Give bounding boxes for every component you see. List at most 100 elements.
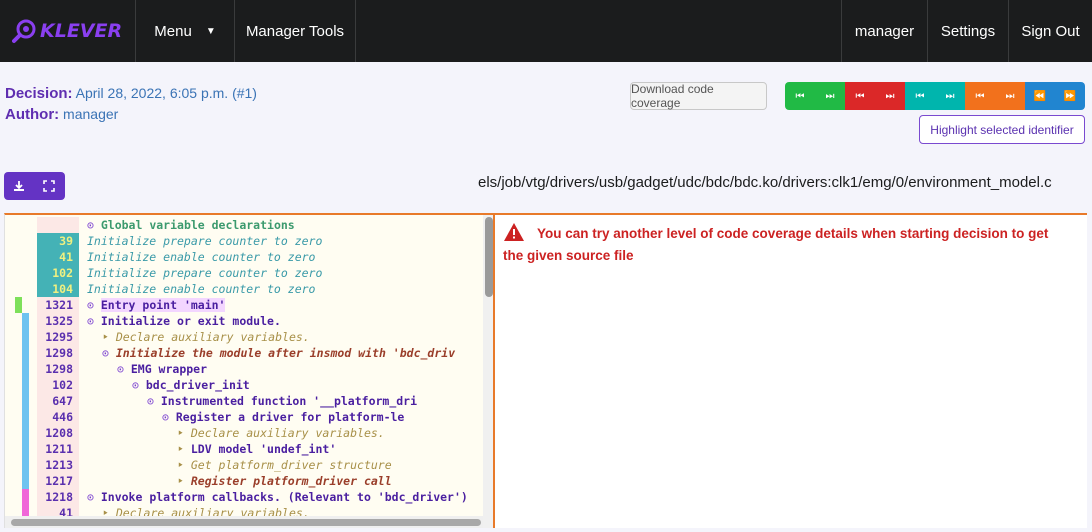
download-coverage-button[interactable]: Download code coverage	[630, 82, 767, 110]
line-number[interactable]: 102	[37, 265, 79, 281]
code-label: EMG wrapper	[130, 362, 208, 376]
code-line[interactable]: 1295 ‣ Declare auxiliary variables.	[5, 329, 485, 345]
code-label: Initialize prepare counter to zero	[87, 266, 323, 280]
skip-forward-icon[interactable]: ⏭	[935, 82, 965, 110]
code-line[interactable]: ⊙ Global variable declarations	[5, 217, 485, 233]
code-line[interactable]: 102 Initialize prepare counter to zero	[5, 265, 485, 281]
line-number[interactable]: 39	[37, 233, 79, 249]
line-number[interactable]: 1325	[37, 313, 79, 329]
triangle-right-icon[interactable]: ‣	[102, 330, 116, 344]
code-panel[interactable]: ⊙ Global variable declarations 39 Initiali…	[4, 213, 493, 528]
code-label: Invoke platform callbacks. (Relevant to …	[100, 490, 468, 504]
eye-icon[interactable]: ⊙	[87, 314, 101, 328]
highlight-identifier-button[interactable]: Highlight selected identifier	[919, 115, 1085, 144]
code-line[interactable]: 1298 ⊙ Initialize the module after insmod…	[5, 345, 485, 361]
eye-icon[interactable]: ⊙	[117, 362, 131, 376]
code-text[interactable]: ‣ Register platform_driver call	[177, 473, 392, 489]
code-line[interactable]: 1325 ⊙ Initialize or exit module.	[5, 313, 485, 329]
code-line[interactable]: 39 Initialize prepare counter to zero	[5, 233, 485, 249]
line-number[interactable]: 1211	[37, 441, 79, 457]
code-text[interactable]: ⊙ Entry point 'main'	[87, 297, 226, 313]
code-text[interactable]: ⊙ Initialize or exit module.	[87, 313, 281, 329]
code-line[interactable]: 41 Initialize enable counter to zero	[5, 249, 485, 265]
code-line[interactable]: 1321 ⊙ Entry point 'main'	[5, 297, 485, 313]
code-label: Declare auxiliary variables.	[190, 426, 385, 440]
code-text[interactable]: ‣ Declare auxiliary variables.	[102, 329, 310, 345]
coverage-bar	[22, 441, 29, 457]
code-text[interactable]: ‣ Get platform_driver structure	[177, 457, 392, 473]
code-line[interactable]: 1211 ‣ LDV model 'undef_int'	[5, 441, 485, 457]
line-number[interactable]	[37, 217, 79, 233]
code-text[interactable]: Initialize prepare counter to zero	[87, 265, 322, 281]
code-text[interactable]: Initialize enable counter to zero	[87, 281, 315, 297]
code-text[interactable]: ‣ LDV model 'undef_int'	[177, 441, 336, 457]
manager-tools-link[interactable]: Manager Tools	[234, 0, 356, 62]
code-text[interactable]: ‣ Declare auxiliary variables.	[177, 425, 385, 441]
code-line[interactable]: 1217 ‣ Register platform_driver call	[5, 473, 485, 489]
line-number[interactable]: 1213	[37, 457, 79, 473]
skip-back-icon[interactable]: ⏮	[845, 82, 875, 110]
skip-back-icon[interactable]: ⏮	[785, 82, 815, 110]
line-number[interactable]: 1295	[37, 329, 79, 345]
line-number[interactable]: 1298	[37, 361, 79, 377]
line-number[interactable]: 647	[37, 393, 79, 409]
code-line[interactable]: 1208 ‣ Declare auxiliary variables.	[5, 425, 485, 441]
line-number[interactable]: 1298	[37, 345, 79, 361]
line-number[interactable]: 1217	[37, 473, 79, 489]
fast-forward-icon[interactable]: ⏩	[1055, 82, 1085, 110]
klever-logo[interactable]: KLEVER	[12, 14, 122, 48]
eye-icon[interactable]: ⊙	[162, 410, 176, 424]
line-number[interactable]: 1208	[37, 425, 79, 441]
eye-icon[interactable]: ⊙	[102, 346, 116, 360]
triangle-right-icon[interactable]: ‣	[177, 474, 191, 488]
author-value[interactable]: manager	[63, 106, 118, 122]
skip-forward-icon[interactable]: ⏭	[815, 82, 845, 110]
sign-out-link[interactable]: Sign Out	[1008, 0, 1092, 62]
decision-info: Decision: April 28, 2022, 6:05 p.m. (#1)	[5, 85, 257, 102]
rewind-icon[interactable]: ⏪	[1025, 82, 1055, 110]
expand-icon[interactable]	[34, 172, 64, 200]
line-number[interactable]: 1321	[37, 297, 79, 313]
line-number[interactable]: 102	[37, 377, 79, 393]
code-line[interactable]: 647 ⊙ Instrumented function '__platform_d…	[5, 393, 485, 409]
skip-back-icon[interactable]: ⏮	[965, 82, 995, 110]
line-number[interactable]: 446	[37, 409, 79, 425]
vertical-scrollbar[interactable]	[485, 217, 493, 297]
download-icon[interactable]	[4, 172, 34, 200]
code-text[interactable]: ⊙ EMG wrapper	[117, 361, 207, 377]
code-text[interactable]: ⊙ Initialize the module after insmod wit…	[102, 345, 455, 361]
code-text[interactable]: ⊙ bdc_driver_init	[132, 377, 250, 393]
user-link[interactable]: manager	[841, 0, 927, 62]
code-line[interactable]: 1298 ⊙ EMG wrapper	[5, 361, 485, 377]
code-text[interactable]: Initialize prepare counter to zero	[87, 233, 322, 249]
horizontal-scrollbar[interactable]	[11, 519, 481, 526]
menu-dropdown[interactable]: Menu ▼	[135, 0, 234, 62]
eye-icon[interactable]: ⊙	[87, 218, 101, 232]
eye-icon[interactable]: ⊙	[147, 394, 161, 408]
line-number[interactable]: 41	[37, 249, 79, 265]
triangle-right-icon[interactable]: ‣	[177, 458, 191, 472]
code-text[interactable]: ⊙ Register a driver for platform-le	[162, 409, 404, 425]
settings-link[interactable]: Settings	[927, 0, 1008, 62]
eye-icon[interactable]: ⊙	[87, 298, 101, 312]
coverage-bar	[22, 425, 29, 441]
code-line[interactable]: 1213 ‣ Get platform_driver structure	[5, 457, 485, 473]
triangle-right-icon[interactable]: ‣	[177, 442, 191, 456]
code-line[interactable]: 446 ⊙ Register a driver for platform-le	[5, 409, 485, 425]
code-line[interactable]: 102 ⊙ bdc_driver_init	[5, 377, 485, 393]
code-text[interactable]: ⊙ Global variable declarations	[87, 217, 295, 233]
code-line[interactable]: 1218 ⊙ Invoke platform callbacks. (Releva…	[5, 489, 485, 505]
skip-forward-icon[interactable]: ⏭	[995, 82, 1025, 110]
code-text[interactable]: ⊙ Instrumented function '__platform_dri	[147, 393, 417, 409]
line-number[interactable]: 1218	[37, 489, 79, 505]
triangle-right-icon[interactable]: ‣	[177, 426, 191, 440]
skip-forward-icon[interactable]: ⏭	[875, 82, 905, 110]
skip-back-icon[interactable]: ⏮	[905, 82, 935, 110]
decision-value[interactable]: April 28, 2022, 6:05 p.m. (#1)	[76, 85, 257, 101]
code-text[interactable]: ⊙ Invoke platform callbacks. (Relevant t…	[87, 489, 468, 505]
line-number[interactable]: 104	[37, 281, 79, 297]
code-text[interactable]: Initialize enable counter to zero	[87, 249, 315, 265]
eye-icon[interactable]: ⊙	[87, 490, 101, 504]
eye-icon[interactable]: ⊙	[132, 378, 146, 392]
code-line[interactable]: 104 Initialize enable counter to zero	[5, 281, 485, 297]
